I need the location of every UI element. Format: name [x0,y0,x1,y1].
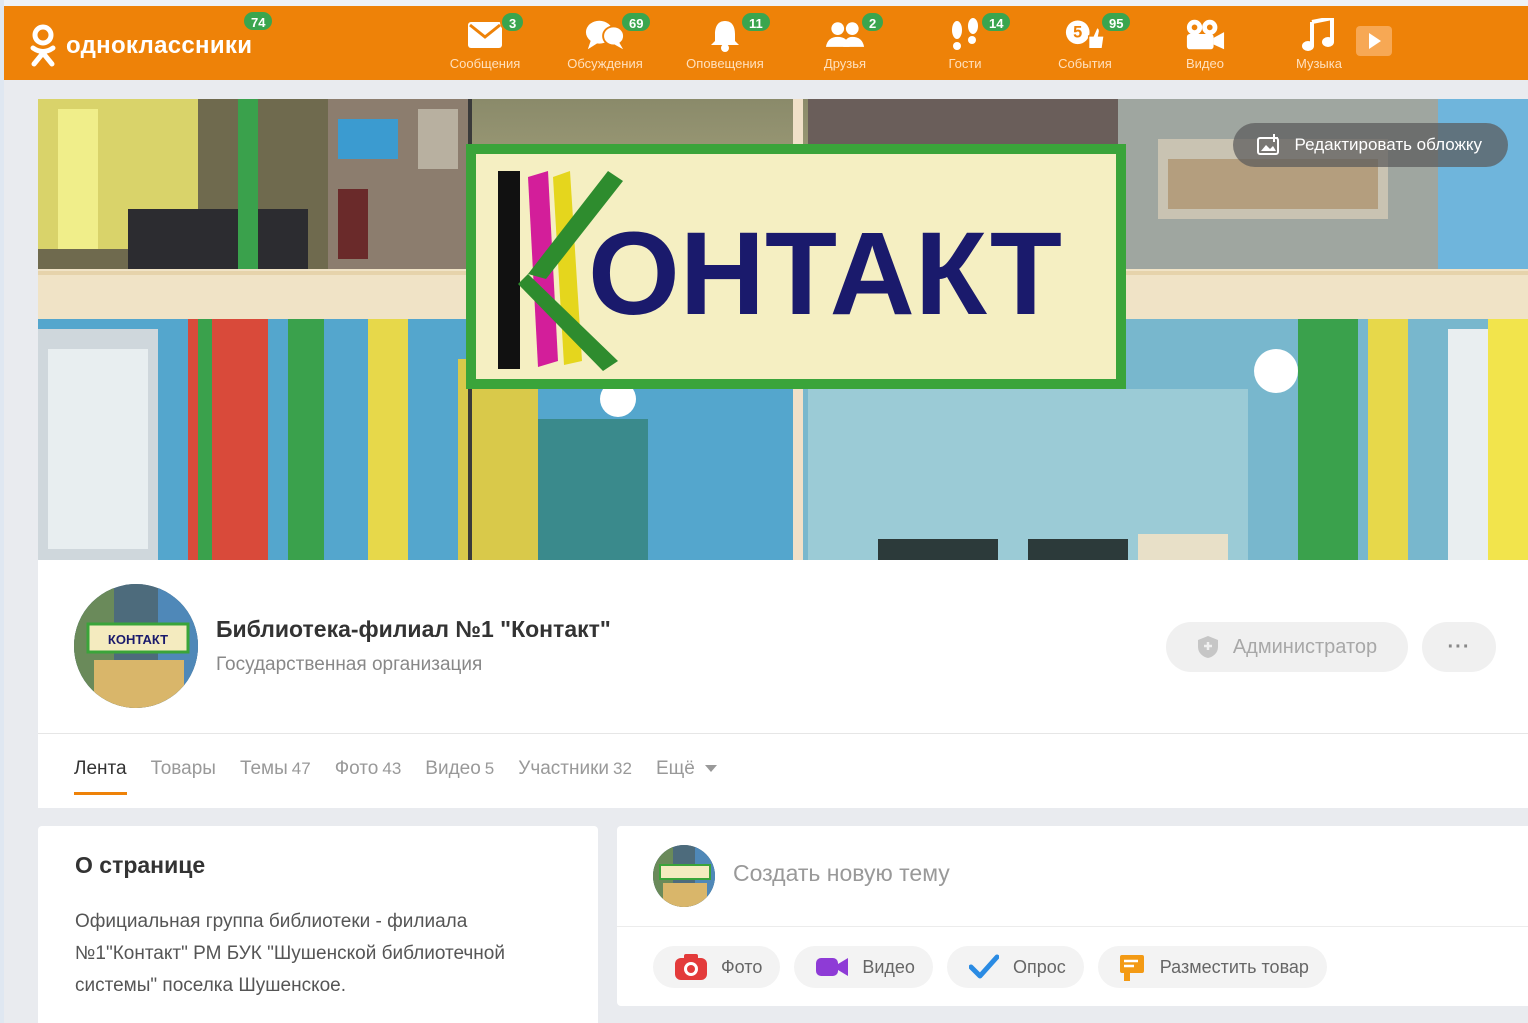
bell-icon [705,18,745,52]
group-avatar[interactable]: КОНТАКТ [74,584,198,708]
nav-badge: 69 [620,11,653,33]
about-card: О странице Официальная группа библиотеки… [38,826,598,1023]
events-like-icon: 5 [1065,18,1105,52]
composer-actions: Фото Видео Опрос Разместить товар [653,946,1341,988]
nav-video[interactable]: Видео [1150,6,1260,80]
cover-photo-collage: ОНТАКТ [38,99,1528,560]
top-navigation-bar: одноклассники 74 Сообщения 3 Обсуждения … [4,6,1528,80]
nav-label: Сообщения [449,56,521,71]
music-play-button[interactable] [1356,26,1392,56]
video-camera-icon [1185,18,1225,52]
nav-label: События [1058,56,1112,71]
composer-avatar [653,845,715,907]
add-video-button[interactable]: Видео [794,946,933,988]
tab-more[interactable]: Ещё [656,758,717,780]
tab-members[interactable]: Участники 32 [518,758,632,780]
nav-badge: 14 [980,11,1013,33]
nav-badge: 2 [860,11,886,33]
about-description: Официальная группа библиотеки - филиала … [75,911,505,996]
tab-label: Товары [150,758,216,779]
nav-badge: 11 [740,11,772,33]
price-tag-icon [1119,955,1144,981]
ellipsis-icon: ··· [1447,635,1471,658]
ok-logo[interactable]: одноклассники 74 [28,10,275,68]
tab-topics[interactable]: Темы 47 [240,758,311,780]
about-title: О странице [75,852,206,878]
nav-messages[interactable]: Сообщения 3 [430,6,540,80]
envelope-icon [465,18,505,52]
footprints-icon [945,18,985,52]
avatar-image [653,845,715,907]
tab-label: Лента [74,758,127,779]
nav-label: Музыка [1296,56,1342,71]
camera-icon [675,954,707,980]
add-photo-button[interactable]: Фото [653,946,781,988]
nav-label: Оповещения [686,56,764,71]
play-icon [1369,33,1381,49]
nav-badge: 95 [1100,11,1133,33]
nav-events[interactable]: 5 События 95 [1030,6,1140,80]
group-type: Государственная организация [216,654,483,675]
post-composer: Создать новую тему Фото Видео Опрос Разм… [617,826,1528,1006]
shield-icon [1197,636,1218,658]
more-options-button[interactable]: ··· [1422,622,1496,672]
svg-text:5: 5 [1073,24,1082,42]
checkmark-icon [968,954,999,979]
profile-divider [38,733,1528,734]
nav-label: Обсуждения [567,56,643,71]
nav-label: Гости [948,56,982,71]
action-label: Разместить товар [1159,956,1309,977]
logo-text: одноклассники [66,32,253,59]
tab-count: 32 [613,759,632,778]
ok-logo-icon [28,24,58,68]
chat-bubbles-icon [585,18,625,52]
administrator-button[interactable]: Администратор [1166,622,1408,672]
video-icon [816,958,849,976]
nav-guests[interactable]: Гости 14 [910,6,1020,80]
place-product-button[interactable]: Разместить товар [1097,946,1327,988]
group-tabs: Лента Товары Темы 47 Фото 43 Видео 5 Участн… [74,758,741,795]
nav-label: Друзья [823,56,867,71]
cover-sign-text: ОНТАКТ [588,208,1062,340]
logo-badge: 74 [242,10,275,32]
add-poll-button[interactable]: Опрос [946,946,1084,988]
window-frame-left [0,0,4,1023]
action-label: Опрос [1012,956,1066,977]
tab-label: Видео [425,758,481,779]
composer-divider [617,926,1528,927]
tab-label: Фото [334,758,379,779]
nav-friends[interactable]: Друзья 2 [790,6,900,80]
tab-count: 47 [291,759,311,778]
tab-count: 43 [382,759,402,778]
tab-feed[interactable]: Лента [74,758,127,795]
chevron-down-icon [704,765,717,773]
tab-photos[interactable]: Фото 43 [335,758,402,780]
tab-products[interactable]: Товары [151,758,216,780]
nav-discussions[interactable]: Обсуждения 69 [550,6,660,80]
group-profile-card: КОНТАКТ Библиотека-филиал №1 "Контакт" Г… [38,560,1528,808]
tab-label: Участники [518,758,610,779]
friends-icon [825,18,865,52]
tab-count: 5 [484,759,495,778]
tab-label: Ещё [655,758,695,779]
avatar-image: КОНТАКТ [74,584,198,708]
group-name: Библиотека-филиал №1 "Контакт" [216,616,611,642]
tab-videos[interactable]: Видео 5 [425,758,494,780]
nav-label: Видео [1186,56,1224,71]
action-label: Видео [862,956,915,977]
avatar-sign-text: КОНТАКТ [108,632,168,647]
music-note-icon [1299,18,1339,52]
new-topic-input[interactable]: Создать новую тему [733,860,950,887]
cover-image: ОНТАКТ Редактировать обложку [38,99,1528,560]
nav-notifications[interactable]: Оповещения 11 [670,6,780,80]
administrator-label: Администратор [1232,635,1378,658]
edit-cover-button[interactable]: Редактировать обложку [1232,123,1508,167]
nav-badge: 3 [500,11,526,33]
edit-cover-label: Редактировать обложку [1294,135,1482,154]
tab-label: Темы [239,758,288,779]
image-edit-icon [1256,134,1279,155]
action-label: Фото [721,956,763,977]
